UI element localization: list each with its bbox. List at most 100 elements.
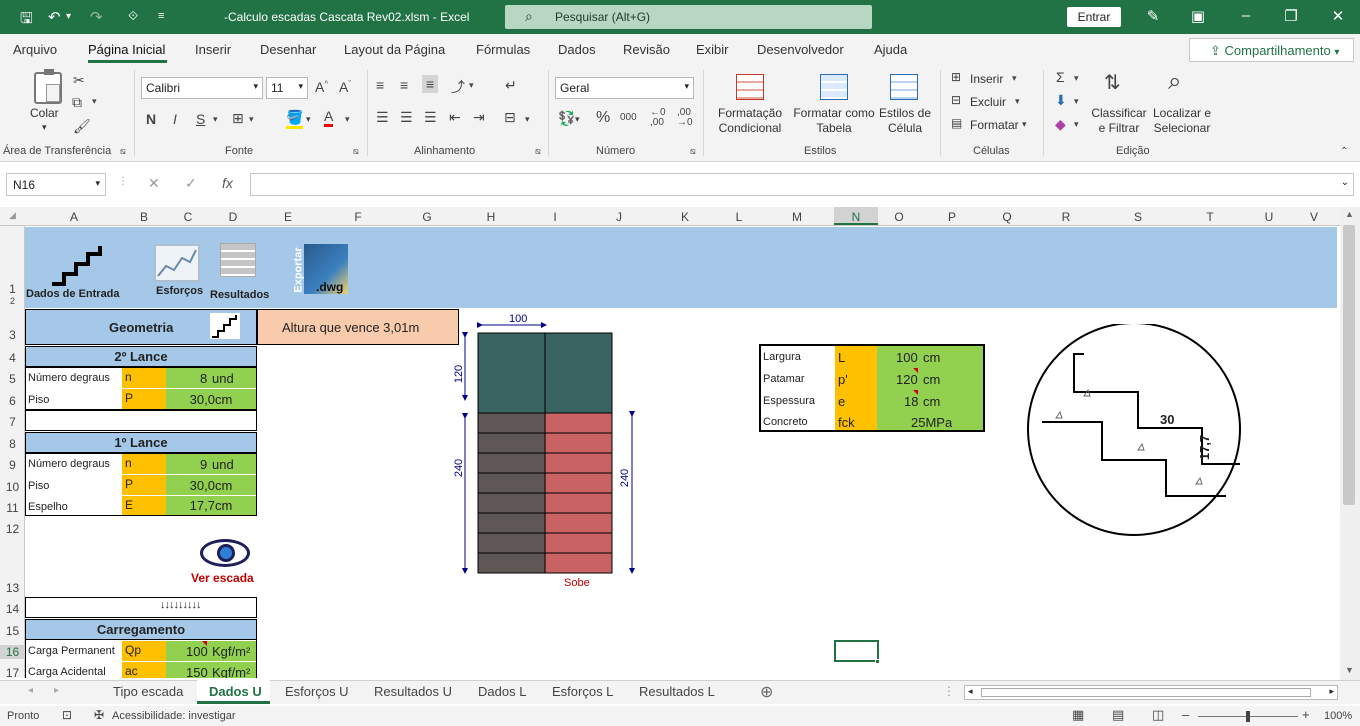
fill-dropdown-icon[interactable]: ▾ [306, 114, 311, 125]
vertical-scrollbar[interactable]: ▲ ▼ [1340, 207, 1360, 680]
column-header[interactable]: L [718, 210, 760, 224]
cell-styles-label[interactable]: Estilos de Célula [878, 106, 932, 136]
column-header[interactable]: C [166, 210, 210, 224]
concreto-value[interactable]: 25MPa [911, 415, 952, 430]
active-sheet-tab[interactable]: Dados U [197, 680, 270, 704]
row-header[interactable]: 14 [0, 602, 25, 616]
column-header[interactable]: J [586, 210, 652, 224]
merge-dropdown-icon[interactable]: ▾ [525, 114, 530, 125]
column-header[interactable]: U [1246, 210, 1292, 224]
scroll-down-icon[interactable]: ▼ [1345, 665, 1354, 675]
scroll-left-icon[interactable]: ◂ [968, 686, 973, 697]
autosum-icon[interactable]: Σ [1056, 69, 1065, 85]
dialog-launcher-icon[interactable]: ⧅ [120, 146, 126, 157]
tab-formulas[interactable]: Fórmulas [476, 42, 530, 57]
conditional-format-icon[interactable] [736, 74, 764, 100]
sheet-tab[interactable]: Tipo escada [113, 684, 183, 699]
l1-p-value[interactable]: 30,0cm [166, 475, 256, 495]
merge-center-icon[interactable]: ⊟ [504, 109, 516, 126]
row-header[interactable]: 4 [0, 351, 25, 365]
ribbon-display-icon[interactable]: ▣ [1188, 7, 1208, 25]
column-header[interactable]: H [458, 210, 524, 224]
borders-dropdown-icon[interactable]: ▾ [249, 114, 254, 125]
scroll-right-icon[interactable]: ▸ [1329, 686, 1334, 697]
align-top-icon[interactable]: ≡ [376, 77, 384, 93]
scroll-thumb[interactable] [1343, 225, 1355, 505]
align-right-icon[interactable]: ☰ [424, 109, 437, 126]
tab-inserir[interactable]: Inserir [195, 42, 231, 57]
decrease-decimal-icon[interactable]: ,00 →0 [677, 108, 693, 128]
orientation-dropdown-icon[interactable]: ▾ [469, 80, 474, 91]
column-header[interactable]: K [652, 210, 718, 224]
zoom-in-icon[interactable]: + [1302, 707, 1310, 722]
row-header[interactable]: 5 [0, 372, 25, 386]
increase-decimal-icon[interactable]: ←0,00 [650, 108, 666, 128]
underline-button[interactable]: S [196, 111, 205, 127]
thousands-icon[interactable]: 000 [620, 112, 637, 123]
sheet-tab[interactable]: Dados L [478, 684, 526, 699]
column-header[interactable]: V [1292, 210, 1336, 224]
sheet-tab[interactable]: Esforços L [552, 684, 613, 699]
page-break-icon[interactable]: ◫ [1152, 707, 1164, 723]
decrease-indent-icon[interactable]: ⇤ [449, 109, 461, 126]
delete-cells-label[interactable]: Excluir [970, 95, 1006, 110]
row-header-selected[interactable]: 16 [0, 645, 25, 659]
format-cells-icon[interactable]: ▤ [951, 116, 962, 130]
align-middle-icon[interactable]: ≡ [400, 77, 408, 93]
cancel-icon[interactable]: ✕ [148, 175, 160, 192]
row-header[interactable]: 2 [0, 296, 25, 306]
font-color-dropdown-icon[interactable]: ▾ [345, 114, 350, 125]
sign-in-button[interactable]: Entrar [1067, 7, 1121, 27]
shrink-font-icon[interactable]: Aˇ [339, 79, 351, 95]
patamar-value[interactable]: 120 [896, 372, 918, 387]
format-painter-qat-icon[interactable]: ⟐ [128, 8, 138, 24]
enter-icon[interactable]: ✓ [185, 175, 197, 192]
prev-sheet-icon[interactable]: ◂ [28, 685, 33, 696]
search-box[interactable]: ⌕ Pesquisar (Alt+G) [505, 5, 872, 29]
column-header[interactable]: G [396, 210, 458, 224]
cell-styles-icon[interactable] [890, 74, 918, 100]
minimize-icon[interactable]: – [1236, 7, 1256, 24]
copy-dropdown-icon[interactable]: ▾ [92, 96, 97, 107]
page-layout-icon[interactable]: ▤ [1112, 707, 1124, 723]
chevron-down-icon[interactable]: ▾ [1015, 96, 1020, 107]
align-bottom-icon[interactable]: ≡ [422, 75, 439, 93]
font-name-input[interactable]: Calibri ▾ [141, 77, 263, 99]
copy-icon[interactable]: ⧉ [72, 94, 82, 111]
undo-dropdown-icon[interactable]: ▾ [66, 11, 71, 22]
fill-handle[interactable] [875, 659, 880, 664]
undo-icon[interactable]: ↶ [48, 8, 61, 26]
normal-view-icon[interactable]: ▦ [1072, 707, 1084, 723]
format-cells-label[interactable]: Formatar [970, 118, 1019, 133]
chevron-down-icon[interactable]: ▾ [1074, 73, 1079, 84]
formula-input[interactable]: ⌄ [250, 173, 1354, 196]
find-select-label[interactable]: Localizar e Selecionar [1148, 106, 1216, 136]
column-header[interactable]: M [760, 210, 834, 224]
tab-pagina-inicial[interactable]: Página Inicial [88, 42, 165, 57]
zoom-slider-thumb[interactable] [1246, 711, 1250, 722]
percent-icon[interactable]: % [596, 109, 610, 127]
espessura-value[interactable]: 18 [904, 394, 918, 409]
row-header[interactable]: 10 [0, 480, 25, 494]
tab-dados[interactable]: Dados [558, 42, 596, 57]
column-header[interactable]: S [1102, 210, 1174, 224]
column-header[interactable]: E [256, 210, 320, 224]
chevron-down-icon[interactable]: ▾ [1012, 73, 1017, 84]
find-select-icon[interactable]: ⌕ [1168, 68, 1181, 96]
column-header[interactable]: T [1174, 210, 1246, 224]
scroll-up-icon[interactable]: ▲ [1345, 209, 1354, 219]
l1-e-value[interactable]: 17,7cm [166, 496, 256, 515]
paste-icon[interactable] [34, 69, 62, 104]
l2-p-value[interactable]: 30,0cm [166, 389, 256, 409]
ver-escada-button[interactable]: Ver escada [190, 535, 262, 589]
chevron-down-icon[interactable]: ▾ [1022, 119, 1027, 130]
customize-qat-icon[interactable]: ≡ [158, 10, 164, 22]
underline-dropdown-icon[interactable]: ▾ [213, 114, 218, 125]
borders-icon[interactable]: ⊞ [232, 110, 244, 127]
row-header[interactable]: 12 [0, 522, 25, 536]
accounting-format-icon[interactable]: 💱 [558, 110, 575, 127]
chevron-down-icon[interactable]: ▾ [1074, 119, 1079, 130]
exportar-dwg-button[interactable]: Exportar .dwg [288, 242, 350, 297]
sheet-tab[interactable]: Esforços U [285, 684, 349, 699]
row-header[interactable]: 1 [0, 282, 25, 296]
